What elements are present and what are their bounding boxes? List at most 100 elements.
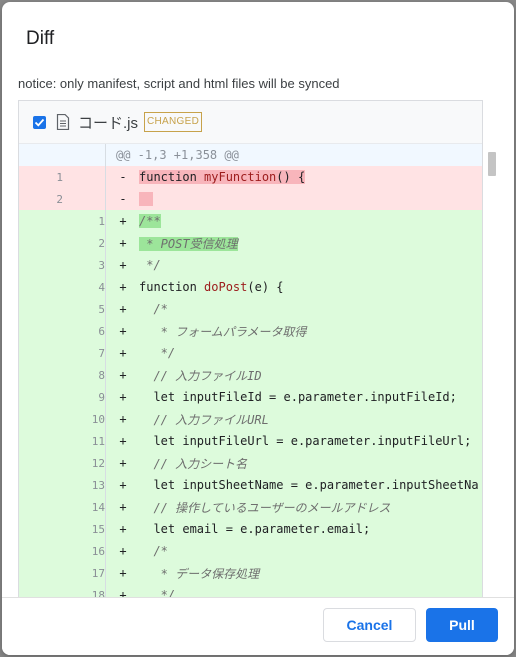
code-token: /*: [139, 544, 168, 558]
gutter-divider: [105, 430, 106, 452]
code-token: /*: [139, 302, 168, 316]
code-token: let inputFileId = e.parameter.inputFileI…: [139, 390, 457, 404]
code-token: function: [139, 280, 205, 294]
added-line: 3 + */: [19, 254, 482, 276]
old-line-number: 1: [56, 170, 63, 184]
gutter-divider: [105, 386, 106, 408]
dialog-title: Diff: [26, 28, 55, 49]
code-token: function: [139, 170, 197, 184]
code-token: [139, 192, 154, 206]
code-line: // 入力ファイルID: [139, 367, 262, 384]
code-token: */: [139, 346, 176, 360]
gutter-divider: [105, 518, 106, 540]
added-line: 10 + // 入力ファイルURL: [19, 408, 482, 430]
diff-sign: +: [119, 258, 127, 272]
added-line: 16 + /*: [19, 540, 482, 562]
code-token: [196, 170, 205, 184]
code-line: function doPost(e) {: [139, 280, 284, 294]
added-line: 5 + /*: [19, 298, 482, 320]
new-line-number: 14: [91, 500, 105, 514]
gutter-divider: [105, 342, 106, 364]
vertical-scrollbar-thumb[interactable]: [488, 152, 496, 176]
code-line: function myFunction() {: [139, 170, 306, 184]
file-icon: [56, 114, 70, 130]
code-token: * データ保存処理: [139, 566, 260, 581]
code-line: // 入力シート名: [139, 455, 247, 472]
gutter-divider: [105, 144, 106, 166]
added-line: 18 + */: [19, 584, 482, 598]
added-line: 13 + let inputSheetName = e.parameter.inp…: [19, 474, 482, 496]
deleted-line: 2-: [19, 188, 482, 210]
new-line-number: 15: [91, 522, 105, 536]
new-line-number: 11: [91, 434, 105, 448]
new-line-number: 1: [98, 214, 105, 228]
diff-dialog: Diff notice: only manifest, script and h…: [2, 2, 514, 655]
new-line-number: 10: [91, 412, 105, 426]
gutter-divider: [105, 452, 106, 474]
code-line: // 入力ファイルURL: [139, 411, 268, 428]
code-token: * POST受信処理: [139, 236, 238, 251]
new-line-number: 16: [91, 544, 105, 558]
new-line-number: 2: [98, 236, 105, 250]
diff-sign: +: [119, 544, 127, 558]
code-line: * POST受信処理: [139, 235, 238, 252]
new-line-number: 13: [91, 478, 105, 492]
diff-sign: +: [119, 390, 127, 404]
gutter-divider: [105, 166, 106, 188]
added-line: 11 + let inputFileUrl = e.parameter.input…: [19, 430, 482, 452]
code-line: /*: [139, 544, 168, 558]
code-line: let inputFileId = e.parameter.inputFileI…: [139, 390, 457, 404]
gutter-divider: [105, 320, 106, 342]
gutter-divider: [105, 474, 106, 496]
code-token: let email = e.parameter.email;: [139, 522, 371, 536]
added-line: 6 + * フォームパラメータ取得: [19, 320, 482, 342]
diff-sign: +: [119, 434, 127, 448]
code-token: () {: [276, 170, 306, 184]
checkmark-icon: [34, 118, 45, 127]
code-line: */: [139, 346, 175, 360]
diff-sign: +: [119, 478, 127, 492]
diff-sign: -: [119, 192, 127, 206]
new-line-number: 6: [98, 324, 105, 338]
code-token: // 操作しているユーザーのメールアドレス: [139, 500, 391, 515]
added-line: 14 + // 操作しているユーザーのメールアドレス: [19, 496, 482, 518]
diff-view: @@ -1,3 +1,358 @@ 1- function myFunction(…: [19, 144, 482, 598]
code-token: // 入力ファイルID: [139, 368, 262, 383]
diff-sign: +: [119, 368, 127, 382]
new-line-number: 7: [98, 346, 105, 360]
diff-sign: +: [119, 456, 127, 470]
gutter-divider: [105, 232, 106, 254]
diff-sign: +: [119, 566, 127, 580]
file-select-checkbox[interactable]: [33, 115, 46, 129]
gutter-divider: [105, 298, 106, 320]
cancel-button[interactable]: Cancel: [323, 608, 416, 642]
new-line-number: 17: [91, 566, 105, 580]
code-line: */: [139, 258, 161, 272]
code-token: doPost: [204, 280, 248, 294]
new-line-number: 4: [98, 280, 105, 294]
file-diff-panel: コード.js CHANGED @@ -1,3 +1,358 @@ 1- funct…: [18, 100, 483, 598]
diff-sign: -: [119, 170, 127, 184]
added-line: 12 + // 入力シート名: [19, 452, 482, 474]
code-line: let inputSheetName = e.parameter.inputSh…: [139, 478, 478, 492]
diff-sign: +: [119, 522, 127, 536]
added-line: 2 + * POST受信処理: [19, 232, 482, 254]
added-line: 4 + function doPost(e) {: [19, 276, 482, 298]
gutter-divider: [105, 254, 106, 276]
code-line: /*: [139, 302, 168, 316]
hunk-header-text: @@ -1,3 +1,358 @@: [116, 148, 239, 162]
code-token: myFunction: [204, 170, 277, 184]
gutter-divider: [105, 364, 106, 386]
added-line: 8 + // 入力ファイルID: [19, 364, 482, 386]
code-token: */: [139, 258, 161, 272]
added-line: 1 + /**: [19, 210, 482, 232]
new-line-number: 12: [91, 456, 105, 470]
file-header: コード.js CHANGED: [19, 101, 482, 144]
diff-sign: +: [119, 412, 127, 426]
diff-sign: +: [119, 324, 127, 338]
pull-button[interactable]: Pull: [426, 608, 498, 642]
new-line-number: 5: [98, 302, 105, 316]
diff-sign: +: [119, 280, 127, 294]
code-token: (e) {: [247, 280, 284, 294]
code-line: // 操作しているユーザーのメールアドレス: [139, 499, 391, 516]
